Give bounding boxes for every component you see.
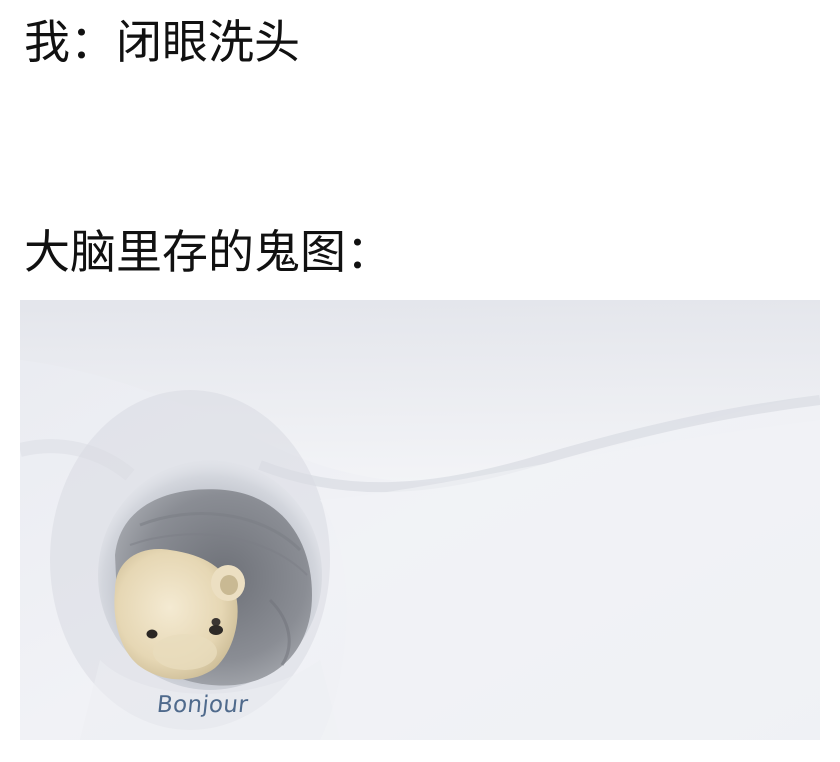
snow-scene-illustration bbox=[20, 300, 820, 740]
caption-line-2: 大脑里存的鬼图： bbox=[24, 225, 392, 279]
bonjour-label: Bonjour bbox=[155, 692, 250, 718]
polar-bear-snow-image: Bonjour bbox=[20, 300, 820, 740]
caption-line-1: 我：闭眼洗头 bbox=[24, 15, 300, 69]
